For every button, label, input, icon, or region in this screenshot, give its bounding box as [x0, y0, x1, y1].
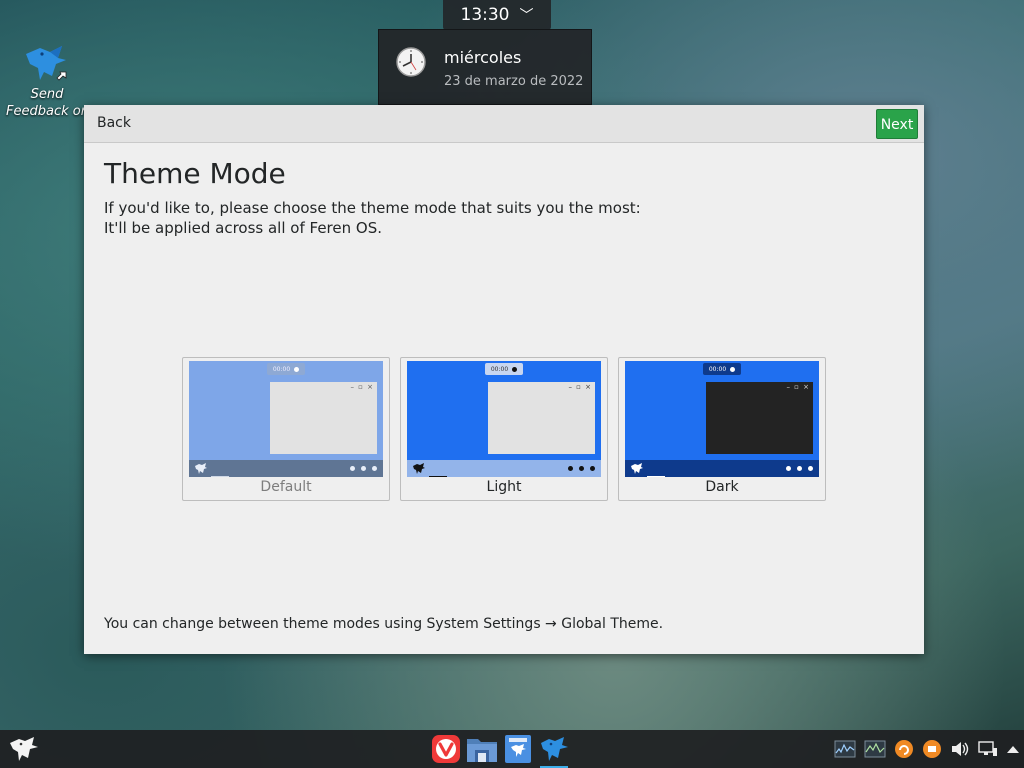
- page-title: Theme Mode: [104, 157, 286, 190]
- date-popup: miércoles 23 de marzo de 2022: [378, 29, 592, 105]
- preview-time: 00:00: [490, 365, 509, 373]
- preview-taskbar: [625, 460, 819, 477]
- preview-window: – ▫ ×: [488, 382, 595, 454]
- theme-card-default[interactable]: 00:00 – ▫ × Default: [182, 357, 390, 501]
- taskbar-app-welcome[interactable]: [536, 730, 572, 768]
- taskbar-app-vivaldi[interactable]: [428, 730, 464, 768]
- preview-taskbar: [189, 460, 383, 477]
- popup-day: miércoles: [444, 48, 522, 67]
- clock-icon: [396, 47, 426, 77]
- page-description: If you'd like to, please choose the them…: [104, 198, 641, 238]
- update-notifier-icon: [895, 740, 913, 758]
- tray-network-monitor[interactable]: [864, 740, 886, 758]
- taskbar-apps: [428, 730, 572, 768]
- theme-preview-default: 00:00 – ▫ ×: [189, 361, 383, 477]
- feren-bird-icon: [195, 463, 207, 474]
- top-panel-clock[interactable]: 13:30 ﹀: [443, 0, 551, 30]
- next-button[interactable]: Next: [876, 109, 918, 139]
- welcome-dialog: Back Next Theme Mode If you'd like to, p…: [84, 105, 924, 654]
- theme-options: 00:00 – ▫ × Default 00:00 – ▫ × Light 00…: [182, 357, 826, 501]
- tray-printer[interactable]: [922, 739, 942, 759]
- system-monitor-icon: [834, 740, 856, 758]
- tray-system-monitor[interactable]: [834, 740, 856, 758]
- network-monitor-icon: [864, 740, 886, 758]
- start-button[interactable]: [8, 736, 40, 766]
- description-line-1: If you'd like to, please choose the them…: [104, 199, 641, 217]
- preview-taskbar: [407, 460, 601, 477]
- feren-store-icon: [505, 735, 531, 763]
- theme-card-dark[interactable]: 00:00 – ▫ × Dark: [618, 357, 826, 501]
- file-manager-icon: [467, 739, 497, 762]
- desktop-icon-label-line2: Feedback on: [6, 104, 89, 119]
- preview-time: 00:00: [708, 365, 727, 373]
- preview-clock: 00:00: [485, 363, 523, 375]
- preview-clock: 00:00: [267, 363, 305, 375]
- feren-welcome-icon: [541, 737, 568, 761]
- window-controls-icon: – ▫ ×: [568, 383, 592, 391]
- volume-icon: [952, 742, 969, 756]
- window-controls-icon: – ▫ ×: [350, 383, 374, 391]
- clock-time: 13:30: [460, 5, 510, 25]
- tray-volume[interactable]: [950, 740, 970, 758]
- tray-expand-icon: [1007, 746, 1019, 753]
- preview-time: 00:00: [272, 365, 291, 373]
- feren-bird-icon: [631, 463, 643, 474]
- preview-clock: 00:00: [703, 363, 741, 375]
- desktop-icon-label-line1: Send: [30, 87, 64, 102]
- theme-name-light: Light: [486, 479, 522, 495]
- printer-icon: [923, 740, 941, 758]
- feren-bird-icon: [26, 46, 67, 81]
- network-icon: [978, 741, 997, 756]
- preview-window: – ▫ ×: [706, 382, 813, 454]
- system-tray: [834, 730, 1020, 768]
- theme-name-default: Default: [260, 479, 312, 495]
- feren-start-icon: [10, 737, 38, 761]
- theme-card-light[interactable]: 00:00 – ▫ × Light: [400, 357, 608, 501]
- theme-preview-dark: 00:00 – ▫ ×: [625, 361, 819, 477]
- taskbar: [0, 730, 1024, 768]
- dialog-header: Back Next: [84, 105, 924, 143]
- taskbar-app-files[interactable]: [464, 730, 500, 768]
- window-controls-icon: – ▫ ×: [786, 383, 810, 391]
- tray-network[interactable]: [978, 740, 998, 758]
- theme-name-dark: Dark: [705, 479, 739, 495]
- preview-window: – ▫ ×: [270, 382, 377, 454]
- footer-note: You can change between theme modes using…: [104, 616, 664, 632]
- theme-preview-light: 00:00 – ▫ ×: [407, 361, 601, 477]
- taskbar-app-store[interactable]: [500, 730, 536, 768]
- tray-expand[interactable]: [1006, 743, 1020, 755]
- chevron-down-icon: ﹀: [519, 8, 534, 24]
- vivaldi-icon: [432, 735, 460, 763]
- tray-updates[interactable]: [894, 739, 914, 759]
- popup-date: 23 de marzo de 2022: [444, 74, 584, 89]
- desktop-icon-send-feedback[interactable]: Send Feedback on: [6, 42, 89, 120]
- description-line-2: It'll be applied across all of Feren OS.: [104, 219, 382, 237]
- feren-bird-icon: [413, 463, 425, 474]
- back-button[interactable]: Back: [90, 111, 138, 135]
